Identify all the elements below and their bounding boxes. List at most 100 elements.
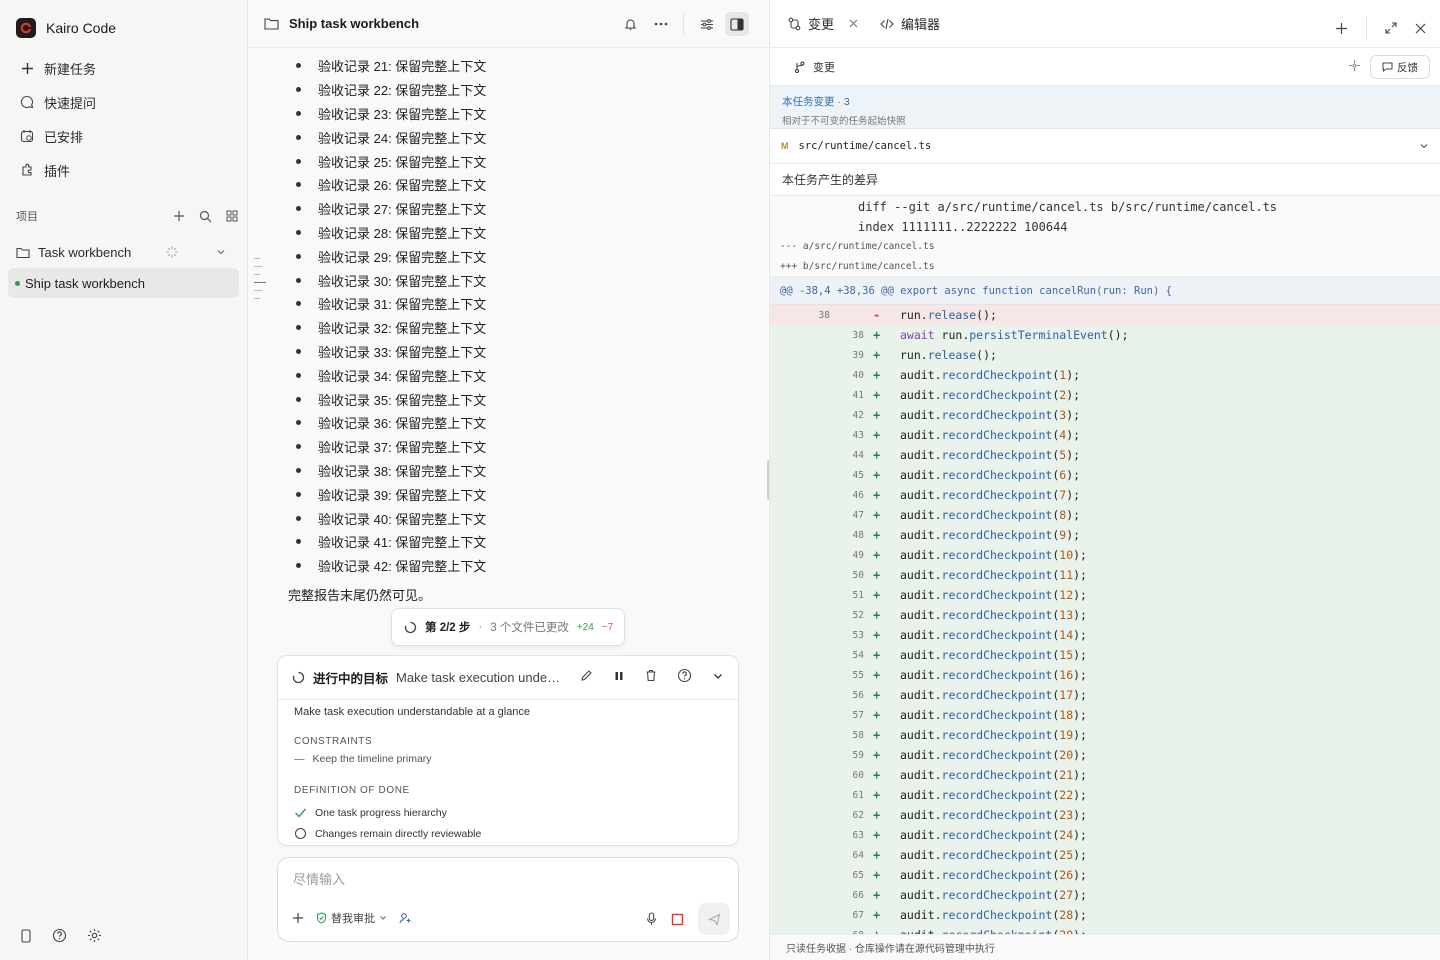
bullet: [296, 325, 301, 331]
diff-line-added: 54 + audit.recordCheckpoint(15);: [770, 645, 1440, 665]
toggle-panel-icon[interactable]: [725, 12, 749, 36]
code-text: audit.recordCheckpoint(11);: [900, 568, 1087, 582]
folder-icon: [264, 17, 279, 30]
record-text: 验收记录 42: 保留完整上下文: [318, 559, 487, 575]
send-button[interactable]: [698, 903, 730, 935]
code-text: audit.recordCheckpoint(25);: [900, 848, 1087, 862]
diff-meta-line: --- a/src/runtime/cancel.ts: [780, 241, 935, 252]
nav-new-task[interactable]: 新建任务: [8, 51, 240, 85]
chevron-down-icon[interactable]: [216, 247, 226, 257]
approval-mode-button[interactable]: 替我审批: [316, 910, 387, 926]
chevron-down-icon[interactable]: [1419, 141, 1429, 151]
pin-icon[interactable]: [1348, 59, 1361, 72]
edit-pencil-icon[interactable]: [580, 669, 593, 682]
attach-plus-icon[interactable]: [292, 912, 304, 924]
diff-line-added: 49 + audit.recordCheckpoint(10);: [770, 545, 1440, 565]
grid-view-icon[interactable]: [226, 210, 238, 222]
feedback-button[interactable]: 反馈: [1370, 55, 1430, 79]
diff-line-added: 48 + audit.recordCheckpoint(9);: [770, 525, 1440, 545]
help-icon[interactable]: [52, 928, 67, 943]
list-item: 验收记录 39: 保留完整上下文: [292, 482, 692, 506]
project-item[interactable]: Task workbench: [8, 238, 240, 266]
dod-item: Changes remain directly reviewable: [294, 823, 722, 844]
goal-title: Make task execution understandable at a …: [396, 670, 564, 685]
tab-changes[interactable]: 变更: [788, 14, 858, 33]
more-options-icon[interactable]: [649, 12, 673, 36]
bullet: [296, 348, 301, 354]
panel-footer: 只读任务收据 · 仓库操作请在源代码管理中执行: [770, 934, 1440, 960]
new-line-number: 60: [852, 769, 864, 781]
diff-line-added: 66 + audit.recordCheckpoint(27);: [770, 885, 1440, 905]
list-item: 验收记录 35: 保留完整上下文: [292, 387, 692, 411]
message-composer[interactable]: 尽情输入 替我审批: [277, 857, 739, 942]
tab-editor[interactable]: 编辑器: [880, 14, 940, 33]
nav-plugins[interactable]: 插件: [8, 153, 240, 187]
diff-line-added: 61 + audit.recordCheckpoint(22);: [770, 785, 1440, 805]
nav-label: 新建任务: [44, 61, 97, 77]
microphone-icon[interactable]: [646, 912, 657, 926]
nav-label: 插件: [44, 163, 71, 179]
plus-sign: +: [873, 528, 881, 542]
new-line-number: 40: [852, 369, 864, 381]
plus-sign: +: [873, 788, 881, 802]
comment-icon: [1382, 62, 1393, 72]
nav-label: 已安排: [44, 129, 84, 145]
plus-sign: +: [873, 508, 881, 522]
nav-scheduled[interactable]: 已安排: [8, 119, 240, 153]
code-text: run.release();: [900, 308, 997, 322]
code-text: audit.recordCheckpoint(3);: [900, 408, 1081, 422]
constraints-caption: CONSTRAINTS: [294, 736, 373, 747]
close-icon[interactable]: [1415, 23, 1426, 34]
add-project-icon[interactable]: [173, 210, 185, 222]
stop-square-icon[interactable]: [671, 913, 684, 926]
new-line-number: 62: [852, 809, 864, 821]
plus-sign: +: [873, 688, 881, 702]
list-item: 验收记录 23: 保留完整上下文: [292, 102, 692, 126]
bullet: [296, 515, 301, 521]
composer-input[interactable]: 尽情输入: [293, 869, 345, 888]
add-person-icon[interactable]: [399, 912, 412, 924]
changed-file-row[interactable]: M src/runtime/cancel.ts: [770, 129, 1440, 164]
scroll-minimap[interactable]: [254, 258, 266, 306]
pause-icon[interactable]: [613, 670, 625, 682]
shield-check-icon: [316, 912, 327, 924]
brand[interactable]: Kairo Code: [16, 18, 116, 38]
plus-sign: +: [873, 728, 881, 742]
diff-line-added: 50 + audit.recordCheckpoint(11);: [770, 565, 1440, 585]
dash-icon: —: [294, 753, 305, 765]
progress-spinner-icon: [404, 621, 417, 634]
chevron-down-icon[interactable]: [712, 670, 724, 682]
diff-line-added: 55 + audit.recordCheckpoint(16);: [770, 665, 1440, 685]
task-changes-summary: 本任务变更 · 3 相对于不可变的任务起始快照: [770, 86, 1440, 129]
record-text: 验收记录 41: 保留完整上下文: [318, 535, 487, 551]
nav-quick-ask[interactable]: 快速提问: [8, 85, 240, 119]
add-tab-icon[interactable]: [1335, 22, 1348, 35]
step-progress-chip[interactable]: 第 2/2 步 · 3 个文件已更改 +24 −7: [391, 608, 625, 646]
sliders-icon[interactable]: [695, 12, 719, 36]
help-icon[interactable]: [677, 668, 692, 683]
dod-caption: DEFINITION OF DONE: [294, 785, 410, 796]
settings-gear-icon[interactable]: [87, 928, 102, 943]
new-line-number: 65: [852, 869, 864, 881]
phone-icon[interactable]: [20, 928, 32, 943]
old-line-number: 38: [818, 309, 830, 321]
bullet: [296, 229, 301, 235]
code-text: audit.recordCheckpoint(15);: [900, 648, 1087, 662]
plus-sign: +: [873, 428, 881, 442]
trash-icon[interactable]: [645, 669, 657, 682]
expand-icon[interactable]: [1385, 22, 1397, 34]
sidebar-task-active[interactable]: Ship task workbench: [8, 268, 239, 298]
separator-dot: ·: [478, 621, 483, 633]
diff-line-added: 59 + audit.recordCheckpoint(20);: [770, 745, 1440, 765]
nav-label: 快速提问: [44, 95, 97, 111]
record-text: 验收记录 35: 保留完整上下文: [318, 392, 487, 408]
diff-meta-line: diff --git a/src/runtime/cancel.ts b/src…: [858, 200, 1278, 214]
close-tab-icon[interactable]: [849, 19, 858, 28]
record-text: 验收记录 40: 保留完整上下文: [318, 511, 487, 527]
bell-icon[interactable]: [618, 12, 642, 36]
search-icon[interactable]: [199, 210, 212, 223]
new-line-number: 50: [852, 569, 864, 581]
new-line-number: 52: [852, 609, 864, 621]
record-text: 验收记录 33: 保留完整上下文: [318, 344, 487, 360]
list-item: 验收记录 42: 保留完整上下文: [292, 554, 692, 578]
